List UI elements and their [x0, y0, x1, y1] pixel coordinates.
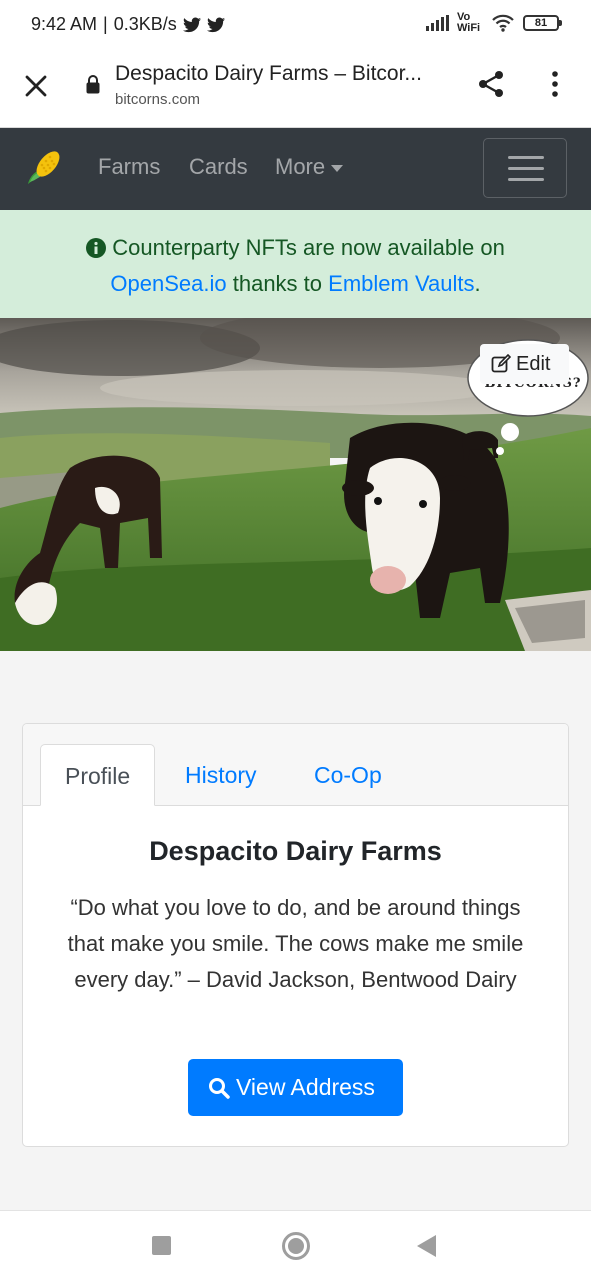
nav-link-farms[interactable]: Farms: [98, 154, 160, 180]
farm-hero-image: BITCORNS? Edit: [0, 318, 591, 651]
search-icon: [209, 1078, 230, 1099]
wifi-icon: [492, 14, 514, 32]
back-icon[interactable]: [417, 1235, 436, 1257]
farm-quote: “Do what you love to do, and be around t…: [67, 895, 524, 992]
tab-co-op[interactable]: Co-Op: [314, 744, 382, 806]
browser-toolbar: Despacito Dairy Farms – Bitcor... bitcor…: [0, 52, 591, 128]
corn-icon[interactable]: [24, 148, 64, 188]
tab-profile[interactable]: Profile: [40, 744, 156, 806]
android-nav-bar: [0, 1210, 591, 1280]
caret-down-icon: [331, 164, 344, 172]
nav-link-cards[interactable]: Cards: [189, 154, 248, 180]
farm-profile-card: Profile History Co-Op Despacito Dairy Fa…: [22, 723, 569, 1147]
vowifi-label: Vo WiFi: [457, 11, 481, 34]
page-title[interactable]: Despacito Dairy Farms – Bitcor...: [115, 62, 445, 86]
lock-icon: [86, 75, 100, 94]
edit-button[interactable]: Edit: [480, 344, 569, 384]
nft-alert: Counterparty NFTs are now available on O…: [0, 210, 591, 318]
opensea-link[interactable]: OpenSea.io: [110, 271, 226, 296]
signal-icon: [426, 15, 449, 31]
status-bar: 9:42 AM | 0.3KB/s Vo WiFi 81: [0, 0, 591, 52]
status-separator: |: [103, 14, 108, 34]
alert-text-3: .: [474, 271, 481, 296]
emblem-vaults-link[interactable]: Emblem Vaults: [328, 271, 474, 296]
home-icon[interactable]: [282, 1232, 310, 1260]
site-navbar: Farms Cards More: [0, 128, 591, 210]
edit-icon: [491, 354, 511, 373]
farm-name: Despacito Dairy Farms: [149, 836, 442, 866]
recents-icon[interactable]: [152, 1236, 171, 1255]
edit-label: Edit: [516, 353, 551, 375]
status-speed: 0.3KB/s: [113, 14, 177, 34]
navbar-toggler[interactable]: [483, 138, 567, 198]
status-left: 9:42 AM | 0.3KB/s: [31, 14, 225, 35]
nav-link-more: More: [275, 154, 326, 179]
more-vert-icon[interactable]: [545, 68, 565, 100]
card-tabs: Profile History Co-Op: [23, 724, 568, 806]
status-time: 9:42 AM: [31, 14, 98, 34]
view-address-label: View Address: [236, 1074, 375, 1100]
alert-text-1: Counterparty NFTs are now available on: [112, 235, 505, 260]
tab-history[interactable]: History: [185, 744, 257, 806]
status-right: Vo WiFi 81: [426, 11, 562, 34]
battery-indicator: 81: [523, 15, 562, 31]
nav-dropdown-more[interactable]: More: [275, 154, 344, 180]
info-circle-icon: [86, 238, 107, 258]
twitter-icon: [206, 17, 225, 32]
view-address-button[interactable]: View Address: [188, 1059, 403, 1116]
hamburger-icon: [508, 156, 544, 159]
twitter-icon: [182, 17, 201, 32]
share-icon[interactable]: [475, 68, 507, 100]
page-domain[interactable]: bitcorns.com: [115, 91, 200, 108]
alert-text-2: thanks to: [232, 271, 323, 296]
close-icon[interactable]: [20, 70, 52, 102]
